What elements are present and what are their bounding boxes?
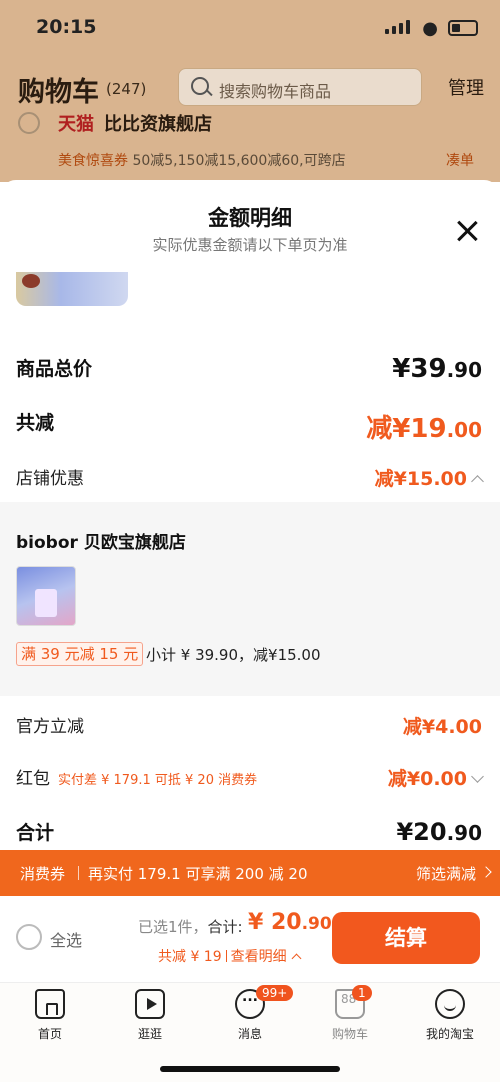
goods-total-label: 商品总价 (16, 358, 93, 380)
sheet-subtitle: 实际优惠金额请以下单页为准 (152, 236, 348, 254)
promo-label: 美食惊喜券 (58, 153, 128, 169)
coupon-divider (78, 866, 79, 880)
hongbao-value: 减¥0.00 (388, 764, 484, 791)
chevron-right-icon (480, 866, 492, 878)
tab-label: 购物车 (331, 1027, 368, 1041)
cart-count: (247) (106, 80, 147, 98)
official-discount-row: 官方立减 减¥4.00 (16, 712, 482, 742)
product-image (16, 566, 76, 626)
hongbao-label: 红包 实付差 ¥ 179.1 可抵 ¥ 20 消费券 (16, 769, 258, 789)
chevron-up-icon (291, 953, 302, 964)
wifi-icon: ● (422, 18, 438, 39)
select-all-radio[interactable] (16, 924, 42, 950)
home-indicator (160, 1066, 340, 1072)
manage-button[interactable]: 管理 (448, 74, 484, 100)
close-icon[interactable] (456, 220, 478, 242)
face-icon (435, 989, 465, 1019)
filter-discount-link[interactable]: 筛选满减 (416, 863, 476, 884)
store-name[interactable]: 比比资旗舰店 (104, 110, 212, 136)
sum-label: 合计 (16, 822, 55, 844)
checkout-total: ¥ 20.90 (248, 910, 332, 935)
checkout-discount[interactable]: 共减 ¥ 19 查看明细 (158, 946, 302, 966)
official-discount-value: 减¥4.00 (402, 716, 482, 738)
search-input[interactable]: 搜索购物车商品 (178, 68, 422, 106)
hongbao-row[interactable]: 红包 实付差 ¥ 179.1 可抵 ¥ 20 消费券 减¥0.00 (16, 764, 484, 794)
store-radio[interactable] (18, 112, 40, 134)
tab-cart[interactable]: 1 购物车 (300, 985, 400, 1042)
page-title: 购物车 (18, 77, 99, 108)
battery-icon (448, 20, 478, 36)
tab-home[interactable]: 首页 (0, 989, 100, 1042)
sum-row: 合计 ¥20.90 (16, 818, 482, 848)
tab-browse[interactable]: 逛逛 (100, 989, 200, 1042)
chevron-down-icon[interactable] (471, 770, 484, 783)
coupon-label: 消费券 (20, 865, 66, 883)
shop-discount-label: 店铺优惠 (16, 469, 84, 489)
tab-label: 我的淘宝 (425, 1027, 474, 1041)
cart-badge: 1 (352, 985, 372, 1001)
coupon-text: 再实付 179.1 可享满 200 减 20 (88, 865, 308, 883)
promo-line: 美食惊喜券 50减5,150减15,600减60,可跨店 (58, 150, 346, 170)
store-coupon-tag: 满 39 元减 15 元 (16, 642, 144, 666)
official-discount-label: 官方立减 (16, 717, 84, 737)
sheet-title: 金额明细 (208, 206, 292, 230)
checkout-bar: 全选 已选1件，合计: ¥ 20.90 共减 ¥ 19 查看明细 结算 (0, 896, 500, 984)
select-all-label[interactable]: 全选 (50, 927, 82, 951)
tmall-label: 天猫 (58, 114, 94, 135)
shop-discount-value: 减¥15.00 (375, 464, 484, 491)
checkout-button[interactable]: 结算 (332, 912, 480, 964)
chevron-up-icon[interactable] (471, 475, 484, 488)
tab-label: 消息 (237, 1027, 262, 1041)
amount-detail-sheet: 金额明细 实际优惠金额请以下单页为准 商品总价 ¥39.90 共减 减¥19.0… (0, 180, 500, 1080)
coupon-bar[interactable]: 消费券 再实付 179.1 可享满 200 减 20 筛选满减 (0, 850, 500, 896)
tab-messages[interactable]: 99+ 消息 (200, 985, 300, 1042)
store-name: biobor 贝欧宝旗舰店 (16, 533, 186, 553)
store-subtotal: 小计 ¥ 39.90，减¥15.00 (146, 646, 321, 664)
total-discount-row: 共减 减¥19.00 (16, 408, 482, 444)
tab-label: 逛逛 (137, 1027, 162, 1041)
search-placeholder: 搜索购物车商品 (219, 82, 332, 101)
sum-value: ¥20.90 (396, 818, 482, 846)
tab-label: 首页 (37, 1027, 62, 1041)
shop-discount-row[interactable]: 店铺优惠 减¥15.00 (16, 464, 484, 494)
hongbao-note: 实付差 ¥ 179.1 可抵 ¥ 20 消费券 (58, 773, 258, 788)
goods-total-value: ¥39.90 (392, 354, 482, 384)
status-bar: 20:15 ● (0, 0, 500, 60)
message-badge: 99+ (256, 985, 294, 1001)
total-discount-label: 共减 (16, 412, 55, 434)
signal-icon (385, 20, 410, 34)
selected-summary: 已选1件，合计: (138, 918, 243, 936)
promo-text: 50减5,150减15,600减60,可跨店 (132, 153, 346, 169)
coudan-link[interactable]: 凑单 (446, 150, 474, 170)
home-icon (35, 989, 65, 1019)
search-icon (191, 77, 209, 95)
play-icon (135, 989, 165, 1019)
store-discount-box: biobor 贝欧宝旗舰店 满 39 元减 15 元 小计 ¥ 39.90，减¥… (0, 502, 500, 696)
cart-header: 购物车 (247) 搜索购物车商品 管理 (0, 64, 500, 112)
status-time: 20:15 (36, 16, 97, 38)
store-peek: 天猫 比比资旗舰店 美食惊喜券 50减5,150减15,600减60,可跨店 凑… (0, 112, 500, 182)
product-thumbnail (16, 272, 128, 306)
tab-my-taobao[interactable]: 我的淘宝 (400, 989, 500, 1042)
goods-total-row: 商品总价 ¥39.90 (16, 354, 482, 388)
total-discount-value: 减¥19.00 (366, 414, 482, 444)
